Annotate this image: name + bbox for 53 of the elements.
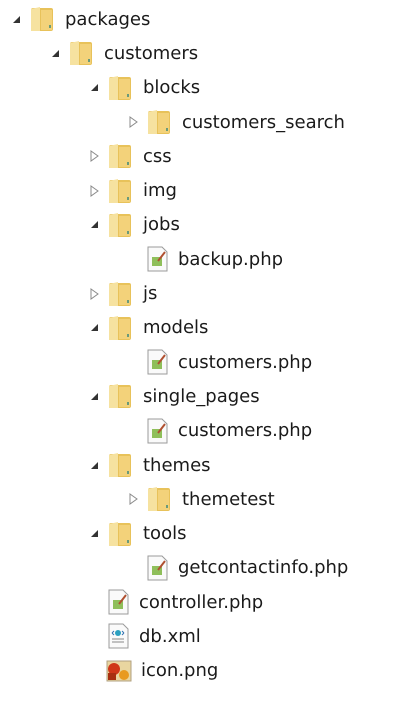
collapse-arrow-icon[interactable] <box>90 323 98 332</box>
collapse-arrow-icon[interactable] <box>90 529 98 538</box>
folder-name[interactable]: jobs <box>143 214 180 236</box>
folder-icon <box>67 39 95 68</box>
folder-icon <box>106 176 134 205</box>
file-name[interactable]: customers.php <box>178 352 312 373</box>
folder-name[interactable]: blocks <box>143 77 200 98</box>
folder-icon <box>106 314 134 342</box>
folder-icon <box>106 520 134 548</box>
folder-name[interactable]: packages <box>65 8 150 30</box>
file-name[interactable]: customers.php <box>178 420 312 442</box>
folder-name[interactable]: css <box>143 146 172 167</box>
folder-name[interactable]: themetest <box>182 488 275 510</box>
script-file-icon <box>145 349 169 376</box>
script-file-icon <box>106 589 130 616</box>
image-file-icon <box>106 658 132 683</box>
collapse-arrow-icon[interactable] <box>90 392 98 401</box>
folder-icon <box>106 74 134 102</box>
folder-name[interactable]: tools <box>143 523 186 544</box>
folder-name[interactable]: single_pages <box>143 386 260 407</box>
collapse-arrow-icon[interactable] <box>90 460 98 470</box>
expand-arrow-icon[interactable] <box>128 116 138 128</box>
folder-icon <box>106 382 134 410</box>
file-name[interactable]: db.xml <box>139 626 201 647</box>
file-name[interactable]: getcontactinfo.php <box>178 557 348 578</box>
folder-name[interactable]: customers <box>104 42 198 64</box>
file-name[interactable]: backup.php <box>178 248 284 270</box>
folder-icon <box>28 5 56 34</box>
script-file-icon <box>145 418 169 444</box>
file-name[interactable]: icon.png <box>141 660 218 682</box>
folder-icon <box>106 451 134 479</box>
folder-icon <box>106 210 134 239</box>
folder-name[interactable]: js <box>143 283 158 304</box>
folder-icon <box>106 280 134 308</box>
folder-name[interactable]: img <box>143 180 177 202</box>
script-file-icon <box>145 246 169 272</box>
collapse-arrow-icon[interactable] <box>12 14 20 24</box>
script-file-icon <box>145 554 169 581</box>
expand-arrow-icon[interactable] <box>90 184 98 197</box>
folder-icon <box>145 485 173 514</box>
file-name[interactable]: controller.php <box>139 592 264 613</box>
folder-name[interactable]: customers_search <box>182 112 345 133</box>
folder-icon <box>106 142 134 170</box>
xml-file-icon <box>106 623 130 650</box>
collapse-arrow-icon[interactable] <box>90 220 98 230</box>
folder-icon <box>145 108 173 136</box>
expand-arrow-icon[interactable] <box>90 150 98 162</box>
expand-arrow-icon[interactable] <box>90 288 98 300</box>
folder-name[interactable]: themes <box>143 454 211 476</box>
folder-name[interactable]: models <box>143 317 208 338</box>
expand-arrow-icon[interactable] <box>128 493 138 506</box>
collapse-arrow-icon[interactable] <box>50 48 60 58</box>
collapse-arrow-icon[interactable] <box>90 83 98 92</box>
